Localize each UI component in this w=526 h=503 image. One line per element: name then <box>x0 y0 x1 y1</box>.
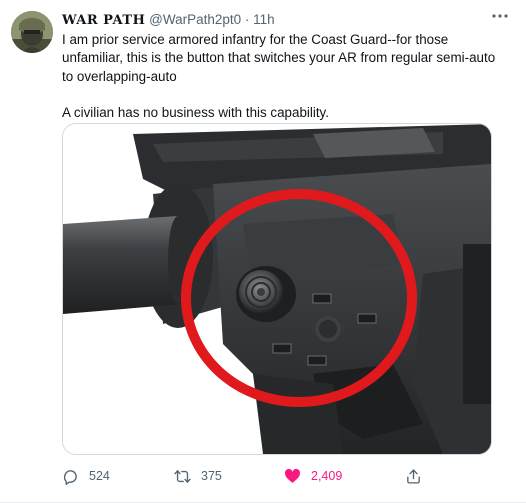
share-icon <box>405 468 422 485</box>
author-handle[interactable]: @WarPath2pt0 <box>149 12 241 27</box>
tweet-actions: 524 375 2,409 <box>62 465 502 487</box>
tweet: WAR PATH @WarPath2pt0 · 11h I am prior s… <box>0 0 526 503</box>
retweet-button[interactable]: 375 <box>174 465 222 487</box>
reply-icon <box>62 468 79 485</box>
like-button[interactable]: 2,409 <box>284 465 342 487</box>
retweet-count: 375 <box>201 469 222 483</box>
tweet-paragraph: A civilian has no business with this cap… <box>62 104 329 120</box>
share-button[interactable] <box>405 465 432 487</box>
tweet-header: WAR PATH @WarPath2pt0 · 11h <box>62 11 486 29</box>
like-count: 2,409 <box>311 469 343 483</box>
tweet-text: I am prior service armored infantry for … <box>62 31 508 122</box>
rifle-receiver-photo <box>63 124 491 454</box>
reply-count: 524 <box>89 469 110 483</box>
more-icon[interactable] <box>490 8 510 24</box>
timestamp[interactable]: 11h <box>253 12 275 27</box>
heart-icon <box>284 468 301 485</box>
separator-dot: · <box>244 12 250 27</box>
avatar[interactable] <box>11 11 53 53</box>
tweet-paragraph: I am prior service armored infantry for … <box>62 32 496 84</box>
reply-button[interactable]: 524 <box>62 465 110 487</box>
avatar-image <box>11 11 53 53</box>
tweet-image[interactable] <box>62 123 492 455</box>
retweet-icon <box>174 468 191 485</box>
author-name[interactable]: WAR PATH <box>62 13 145 28</box>
